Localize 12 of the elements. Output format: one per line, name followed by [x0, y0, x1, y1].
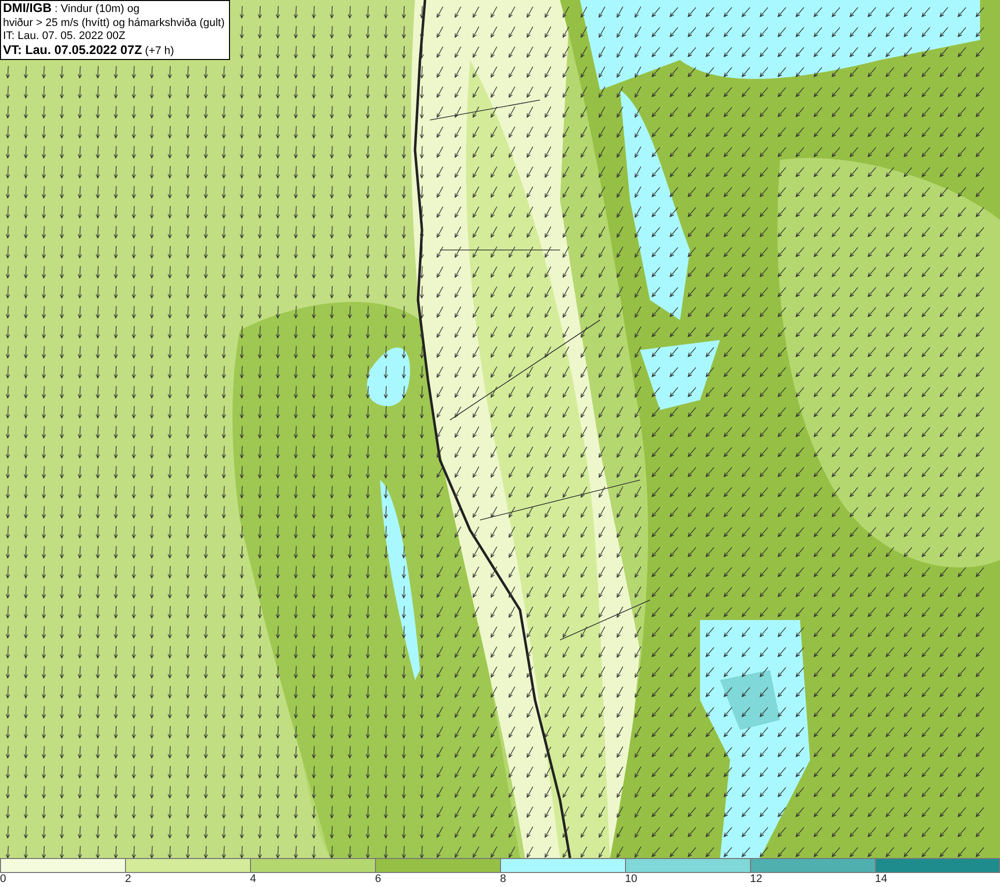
info-text: VT: Lau. 07.05.2022 07Z (+7 h) — [3, 44, 174, 58]
legend-label: 0 — [0, 873, 6, 886]
legend-label: 12 — [750, 873, 762, 886]
legend-label: 2 — [125, 873, 132, 886]
legend-label: 4 — [250, 873, 256, 886]
legend-label: 6 — [375, 873, 382, 886]
info-text: DMI/IGB : Vindur (10m) og — [3, 2, 140, 16]
legend-label: 14 — [875, 873, 888, 886]
info-text: hviður > 25 m/s (hvítt) og hámarkshviða (gult) — [3, 16, 225, 30]
legend-label: 8 — [500, 873, 506, 886]
info-text: IT: Lau. 07. 05. 2022 00Z — [3, 30, 126, 44]
legend-label: 10 — [625, 873, 638, 886]
